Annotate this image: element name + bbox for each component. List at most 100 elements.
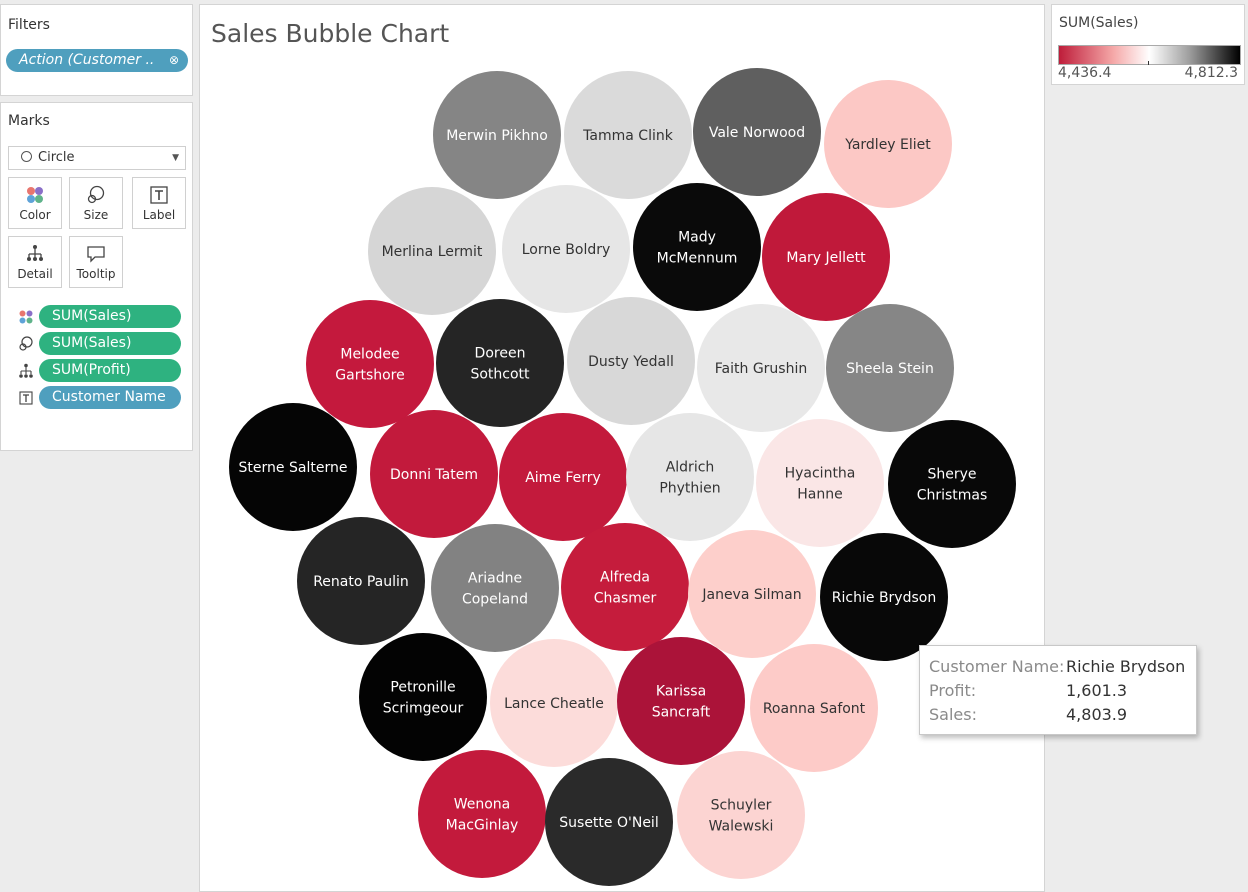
bubble[interactable]: Doreen Sothcott — [436, 299, 564, 427]
color-button[interactable]: Color — [8, 177, 62, 229]
bubble-label: Karissa — [656, 684, 706, 700]
link-icon: ⊗ — [168, 53, 179, 67]
bubble-label: Wenona — [454, 797, 511, 813]
mark-type-dropdown[interactable]: Circle ▼ — [8, 146, 186, 170]
bubble[interactable]: Melodee Gartshore — [306, 300, 434, 428]
bubble[interactable]: Lance Cheatle — [490, 639, 618, 767]
bubble[interactable]: Dusty Yedall — [567, 297, 695, 425]
label-icon — [19, 391, 33, 405]
detail-button-label: Detail — [17, 267, 53, 281]
chart-area: Sales Bubble Chart Merwin Pikhno Tamma Cl… — [199, 4, 1045, 892]
bubble-circle[interactable] — [436, 299, 564, 427]
action-filter-label: Action (Customer .. — [19, 52, 155, 68]
bubble[interactable]: Donni Tatem — [370, 410, 498, 538]
bubble[interactable]: Janeva Silman — [688, 530, 816, 658]
bubble-circle[interactable] — [306, 300, 434, 428]
bubble[interactable]: Aime Ferry — [499, 413, 627, 541]
bubble-circle[interactable] — [418, 750, 546, 878]
color-button-label: Color — [19, 208, 51, 222]
bubble-label: Roanna Safont — [763, 701, 866, 717]
tooltip-key: Sales: — [929, 705, 977, 724]
bubble-label: Sancraft — [652, 705, 711, 721]
bubble[interactable]: Susette O'Neil — [545, 758, 673, 886]
label-shelf-pill[interactable]: Customer Name — [39, 386, 181, 409]
tooltip-value: 1,601.3 — [1066, 681, 1128, 700]
bubble[interactable]: Mary Jellett — [762, 193, 890, 321]
bubble[interactable]: Hyacintha Hanne — [756, 419, 884, 547]
bubble-label: Chasmer — [594, 591, 657, 607]
bubble-circle[interactable] — [677, 751, 805, 879]
bubble[interactable]: Wenona MacGinlay — [418, 750, 546, 878]
bubble[interactable]: Richie Brydson — [820, 533, 948, 661]
action-filter-pill[interactable]: Action (Customer .. ⊗ — [6, 49, 188, 72]
bubble-label: Walewski — [709, 819, 774, 835]
size-shelf-field: SUM(Sales) — [52, 335, 132, 351]
bubble-label: Susette O'Neil — [559, 815, 658, 831]
detail-button[interactable]: Detail — [8, 236, 62, 288]
tooltip-button[interactable]: Tooltip — [69, 236, 123, 288]
bubble[interactable]: Alfreda Chasmer — [561, 523, 689, 651]
bubble[interactable]: Aldrich Phythien — [626, 413, 754, 541]
bubble-label: Sheela Stein — [846, 361, 934, 377]
bubble[interactable]: Schuyler Walewski — [677, 751, 805, 879]
bubble-circle[interactable] — [756, 419, 884, 547]
legend-gradient-bar[interactable] — [1058, 45, 1241, 65]
color-icon — [27, 187, 43, 203]
size-shelf-pill[interactable]: SUM(Sales) — [39, 332, 181, 355]
circle-icon — [21, 151, 32, 162]
label-icon — [150, 186, 168, 204]
bubble[interactable]: Merlina Lermit — [368, 187, 496, 315]
bubble[interactable]: Sheela Stein — [826, 304, 954, 432]
bubble-circle[interactable] — [431, 524, 559, 652]
bubble-circle[interactable] — [633, 183, 761, 311]
bubble-label: Sothcott — [470, 367, 530, 383]
filters-card: Filters Action (Customer .. ⊗ — [0, 4, 193, 96]
marks-title: Marks — [8, 113, 50, 129]
label-button-label: Label — [142, 208, 176, 222]
bubble[interactable]: Ariadne Copeland — [431, 524, 559, 652]
bubble[interactable]: Vale Norwood — [693, 68, 821, 196]
color-legend: SUM(Sales) 4,436.4 4,812.3 — [1051, 4, 1245, 85]
bubble[interactable]: Mady McMennum — [633, 183, 761, 311]
size-icon — [19, 336, 33, 351]
color-shelf-pill[interactable]: SUM(Sales) — [39, 305, 181, 328]
bubble-label: Doreen — [475, 346, 526, 362]
bubble[interactable]: Sterne Salterne — [229, 403, 357, 531]
label-button[interactable]: Label — [132, 177, 186, 229]
bubble[interactable]: Renato Paulin — [297, 517, 425, 645]
bubble-label: Schuyler — [711, 798, 772, 814]
bubble-label: Hanne — [797, 487, 842, 503]
bubble-label: Vale Norwood — [709, 125, 805, 141]
bubble-circle[interactable] — [561, 523, 689, 651]
bubble[interactable]: Faith Grushin — [697, 304, 825, 432]
bubble[interactable]: Lorne Boldry — [502, 185, 630, 313]
bubble[interactable]: Roanna Safont — [750, 644, 878, 772]
chevron-down-icon: ▼ — [172, 153, 179, 163]
bubble[interactable]: Tamma Clink — [564, 71, 692, 199]
bubble[interactable]: Yardley Eliet — [824, 80, 952, 208]
bubble-label: Yardley Eliet — [844, 137, 931, 153]
bubble[interactable]: Petronille Scrimgeour — [359, 633, 487, 761]
bubble-circle[interactable] — [359, 633, 487, 761]
tooltip-icon — [87, 246, 105, 263]
bubble-label: Merlina Lermit — [382, 244, 483, 260]
bubble-label: Copeland — [462, 592, 528, 608]
bubble-label: Donni Tatem — [390, 467, 478, 483]
bubble-circle[interactable] — [617, 637, 745, 765]
size-button[interactable]: Size — [69, 177, 123, 229]
mark-type-label: Circle — [38, 150, 75, 165]
bubble[interactable]: Sherye Christmas — [888, 420, 1016, 548]
bubble-label: Petronille — [390, 680, 455, 696]
tooltip: Customer Name: Richie Brydson Profit: 1,… — [919, 645, 1197, 735]
bubble[interactable]: Karissa Sancraft — [617, 637, 745, 765]
bubble-circle[interactable] — [888, 420, 1016, 548]
filters-title: Filters — [8, 17, 50, 33]
bubble-label: Christmas — [917, 488, 988, 504]
bubble-label: Merwin Pikhno — [446, 128, 548, 144]
bubble[interactable]: Merwin Pikhno — [433, 71, 561, 199]
tooltip-button-label: Tooltip — [76, 267, 116, 281]
bubble-circle[interactable] — [626, 413, 754, 541]
label-shelf-field: Customer Name — [52, 389, 166, 405]
detail-icon — [19, 363, 33, 378]
detail-shelf-pill[interactable]: SUM(Profit) — [39, 359, 181, 382]
